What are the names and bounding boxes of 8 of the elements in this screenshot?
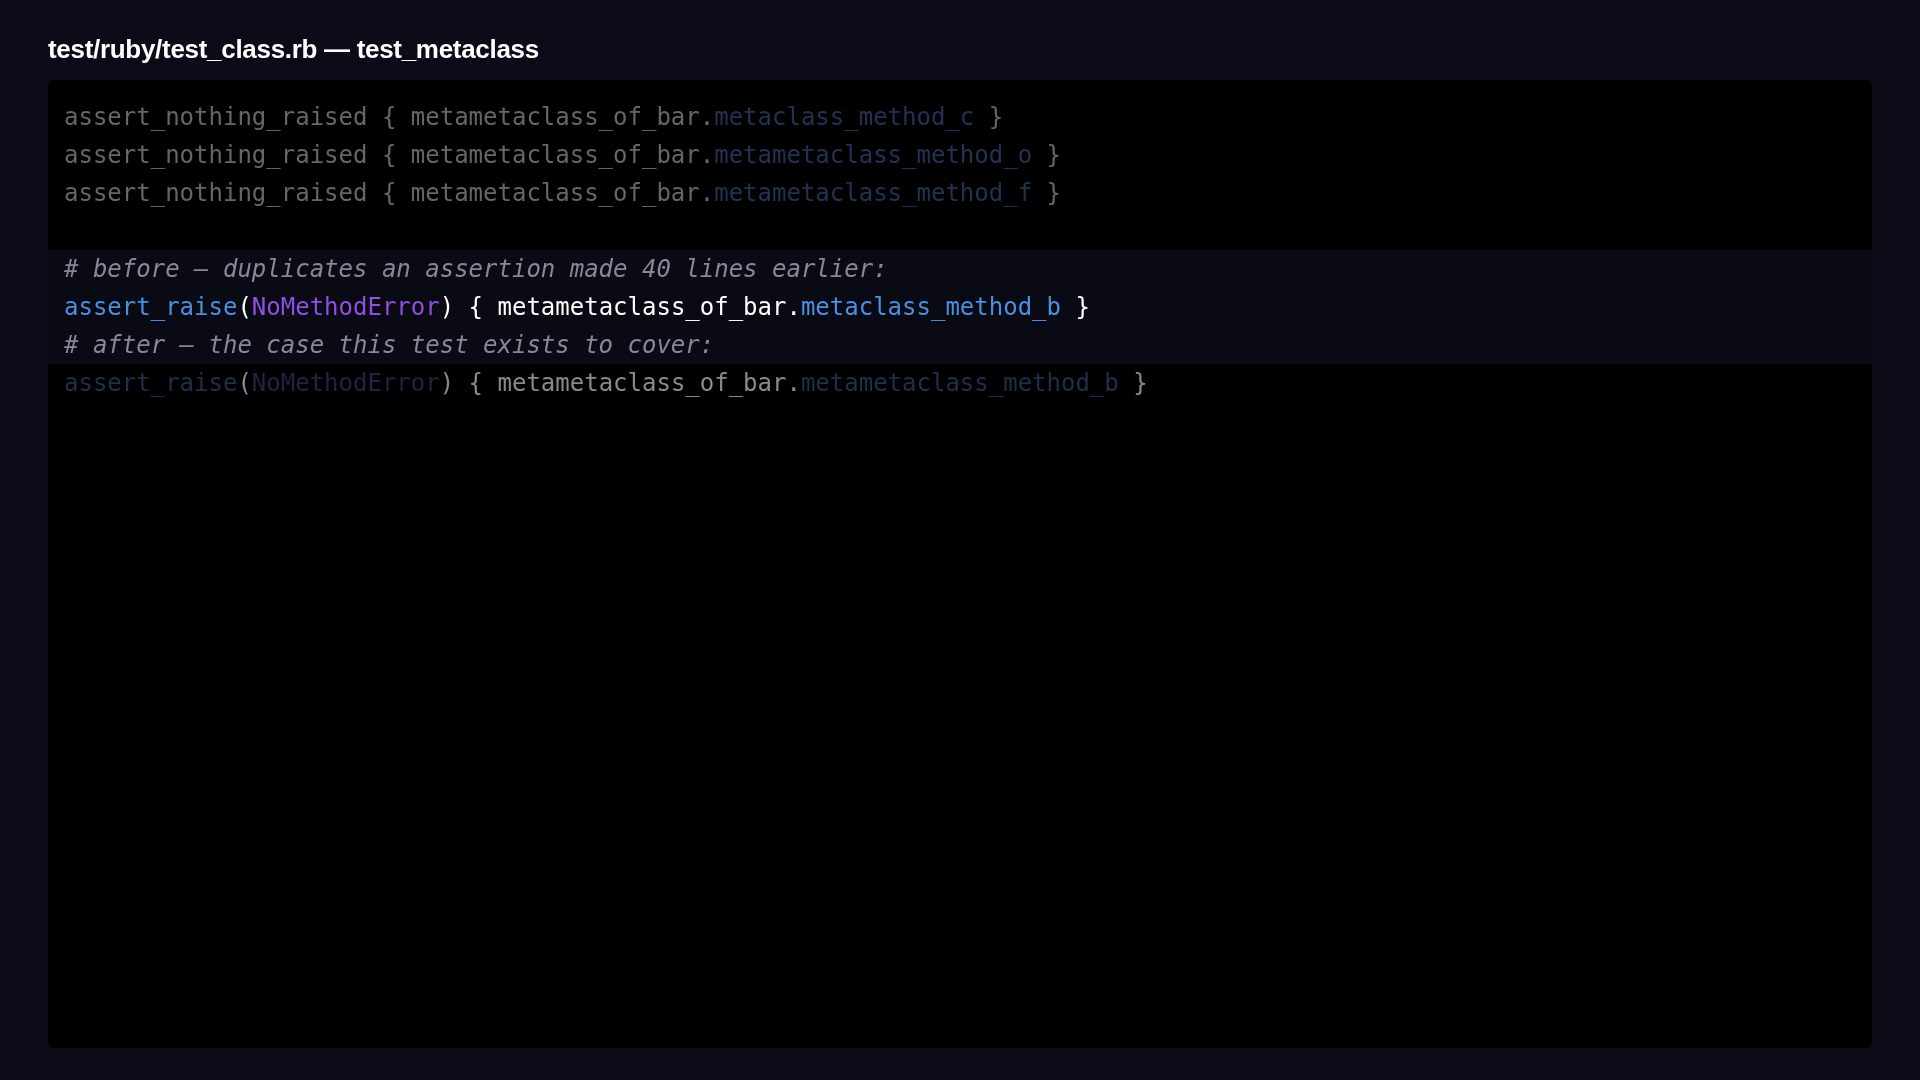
file-title: test/ruby/test_class.rb — test_metaclass	[48, 33, 539, 66]
code-line: assert_nothing_raised { metametaclass_of_bar.metametaclass_method_o }	[64, 140, 1061, 171]
code-line: assert_nothing_raised { metametaclass_of_bar.metametaclass_method_f }	[64, 178, 1061, 209]
code-line: assert_raise(NoMethodError) { metametaclass_of_bar.metametaclass_method_b }	[64, 368, 1148, 399]
code-line: assert_nothing_raised { metametaclass_of_bar.metaclass_method_c }	[64, 102, 1004, 133]
code-comment: # before — duplicates an assertion made 40 lines earlier:	[64, 254, 888, 285]
code-comment: # after — the case this test exists to cover:	[64, 330, 715, 361]
code-line: assert_raise(NoMethodError) { metametaclass_of_bar.metaclass_method_b }	[64, 292, 1090, 323]
